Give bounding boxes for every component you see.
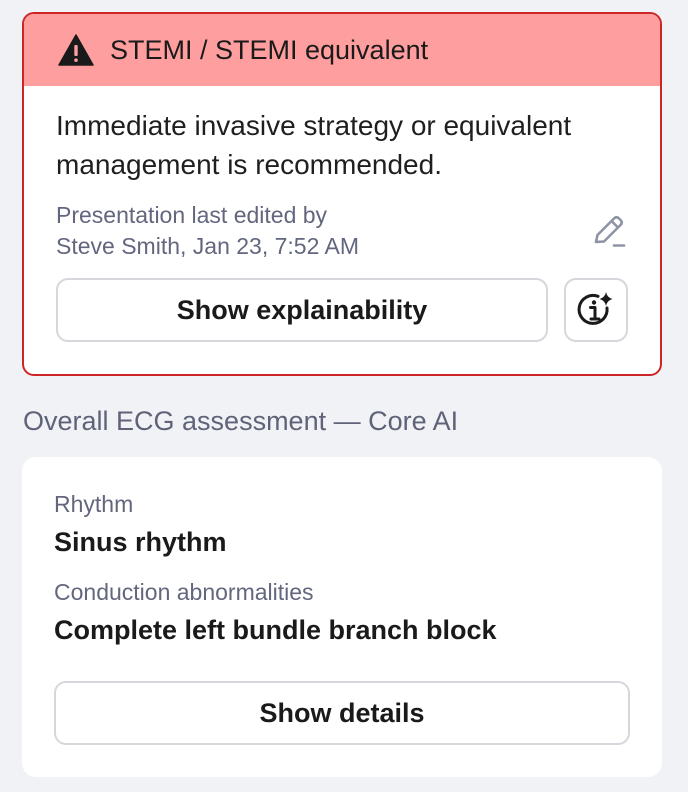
show-explainability-button[interactable]: Show explainability [56,278,548,342]
alert-header: STEMI / STEMI equivalent [24,14,660,86]
ai-info-button[interactable] [564,278,628,342]
alert-title: STEMI / STEMI equivalent [110,34,429,65]
last-edited-by: Steve Smith, Jan 23, 7:52 AM [56,233,359,259]
last-edited-label: Presentation last edited by [56,202,328,228]
ecg-assessment-card: Rhythm Sinus rhythm Conduction abnormali… [22,457,662,777]
last-edited-info: Presentation last edited by Steve Smith,… [56,200,359,262]
show-details-button[interactable]: Show details [54,681,630,745]
rhythm-value: Sinus rhythm [54,527,227,557]
conduction-value: Complete left bundle branch block [54,615,497,645]
ai-info-icon [577,292,613,325]
stemi-alert-card: STEMI / STEMI equivalent Immediate invas… [22,12,662,376]
section-heading: Overall ECG assessment — Core AI [23,406,459,436]
alert-message: Immediate invasive strategy or equivalen… [56,110,572,180]
rhythm-label: Rhythm [54,491,134,517]
warning-triangle-icon [58,34,94,66]
pencil-icon[interactable] [590,212,628,252]
conduction-label: Conduction abnormalities [54,579,314,605]
